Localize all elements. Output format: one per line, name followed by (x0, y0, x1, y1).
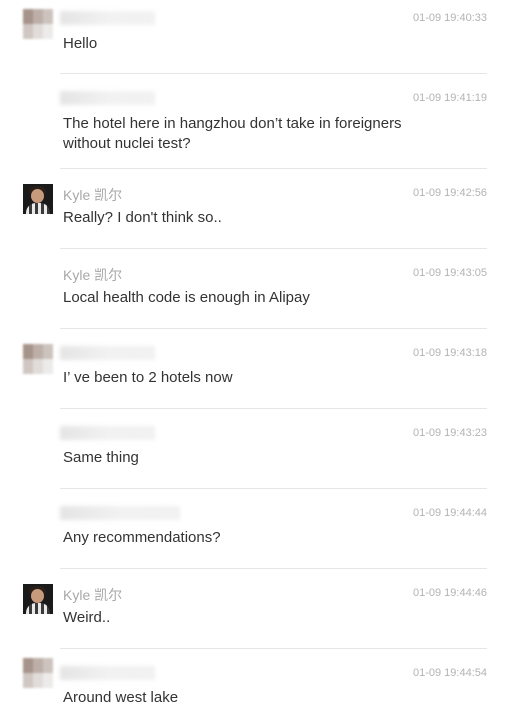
avatar[interactable] (23, 9, 53, 39)
message-text: Any recommendations? (63, 529, 221, 546)
message-divider (60, 328, 487, 329)
message-timestamp: 01-09 19:43:05 (412, 267, 487, 279)
message-divider (60, 648, 487, 649)
message-text: Hello (63, 35, 98, 52)
avatar[interactable] (23, 584, 53, 614)
sender-name-redacted (60, 666, 155, 680)
message-text: Weird.. (63, 609, 111, 626)
message-text: Really? I don't think so.. (63, 209, 222, 226)
message-divider (60, 73, 487, 74)
message-divider (60, 168, 487, 169)
sender-name-redacted (60, 506, 180, 520)
message-divider (60, 408, 487, 409)
avatar[interactable] (23, 344, 53, 374)
chat-history: 01-09 19:40:33 Hello 01-09 19:41:19 The … (0, 0, 507, 716)
message-divider (60, 488, 487, 489)
sender-name-redacted (60, 11, 155, 25)
sender-name: Kyle 凯尔 (63, 267, 123, 283)
message-timestamp: 01-09 19:43:18 (412, 347, 487, 359)
avatar[interactable] (23, 184, 53, 214)
message-timestamp: 01-09 19:40:33 (412, 12, 487, 24)
message-divider (60, 568, 487, 569)
message-timestamp: 01-09 19:44:46 (412, 587, 487, 599)
message-timestamp: 01-09 19:44:54 (412, 667, 487, 679)
sender-name: Kyle 凯尔 (63, 187, 123, 203)
sender-name: Kyle 凯尔 (63, 587, 123, 603)
message-text: Around west lake (63, 689, 179, 706)
message-text: I’ ve been to 2 hotels now (63, 369, 233, 386)
message-divider (60, 248, 487, 249)
sender-name-redacted (60, 91, 155, 105)
message-text: The hotel here in hangzhou don’t take in… (63, 115, 402, 152)
message-timestamp: 01-09 19:41:19 (412, 92, 487, 104)
message-timestamp: 01-09 19:43:23 (412, 427, 487, 439)
sender-name-redacted (60, 346, 155, 360)
message-timestamp: 01-09 19:44:44 (412, 507, 487, 519)
avatar[interactable] (23, 658, 53, 688)
message-text: Local health code is enough in Alipay (63, 289, 310, 306)
message-timestamp: 01-09 19:42:56 (412, 187, 487, 199)
message-text: Same thing (63, 449, 139, 466)
sender-name-redacted (60, 426, 155, 440)
